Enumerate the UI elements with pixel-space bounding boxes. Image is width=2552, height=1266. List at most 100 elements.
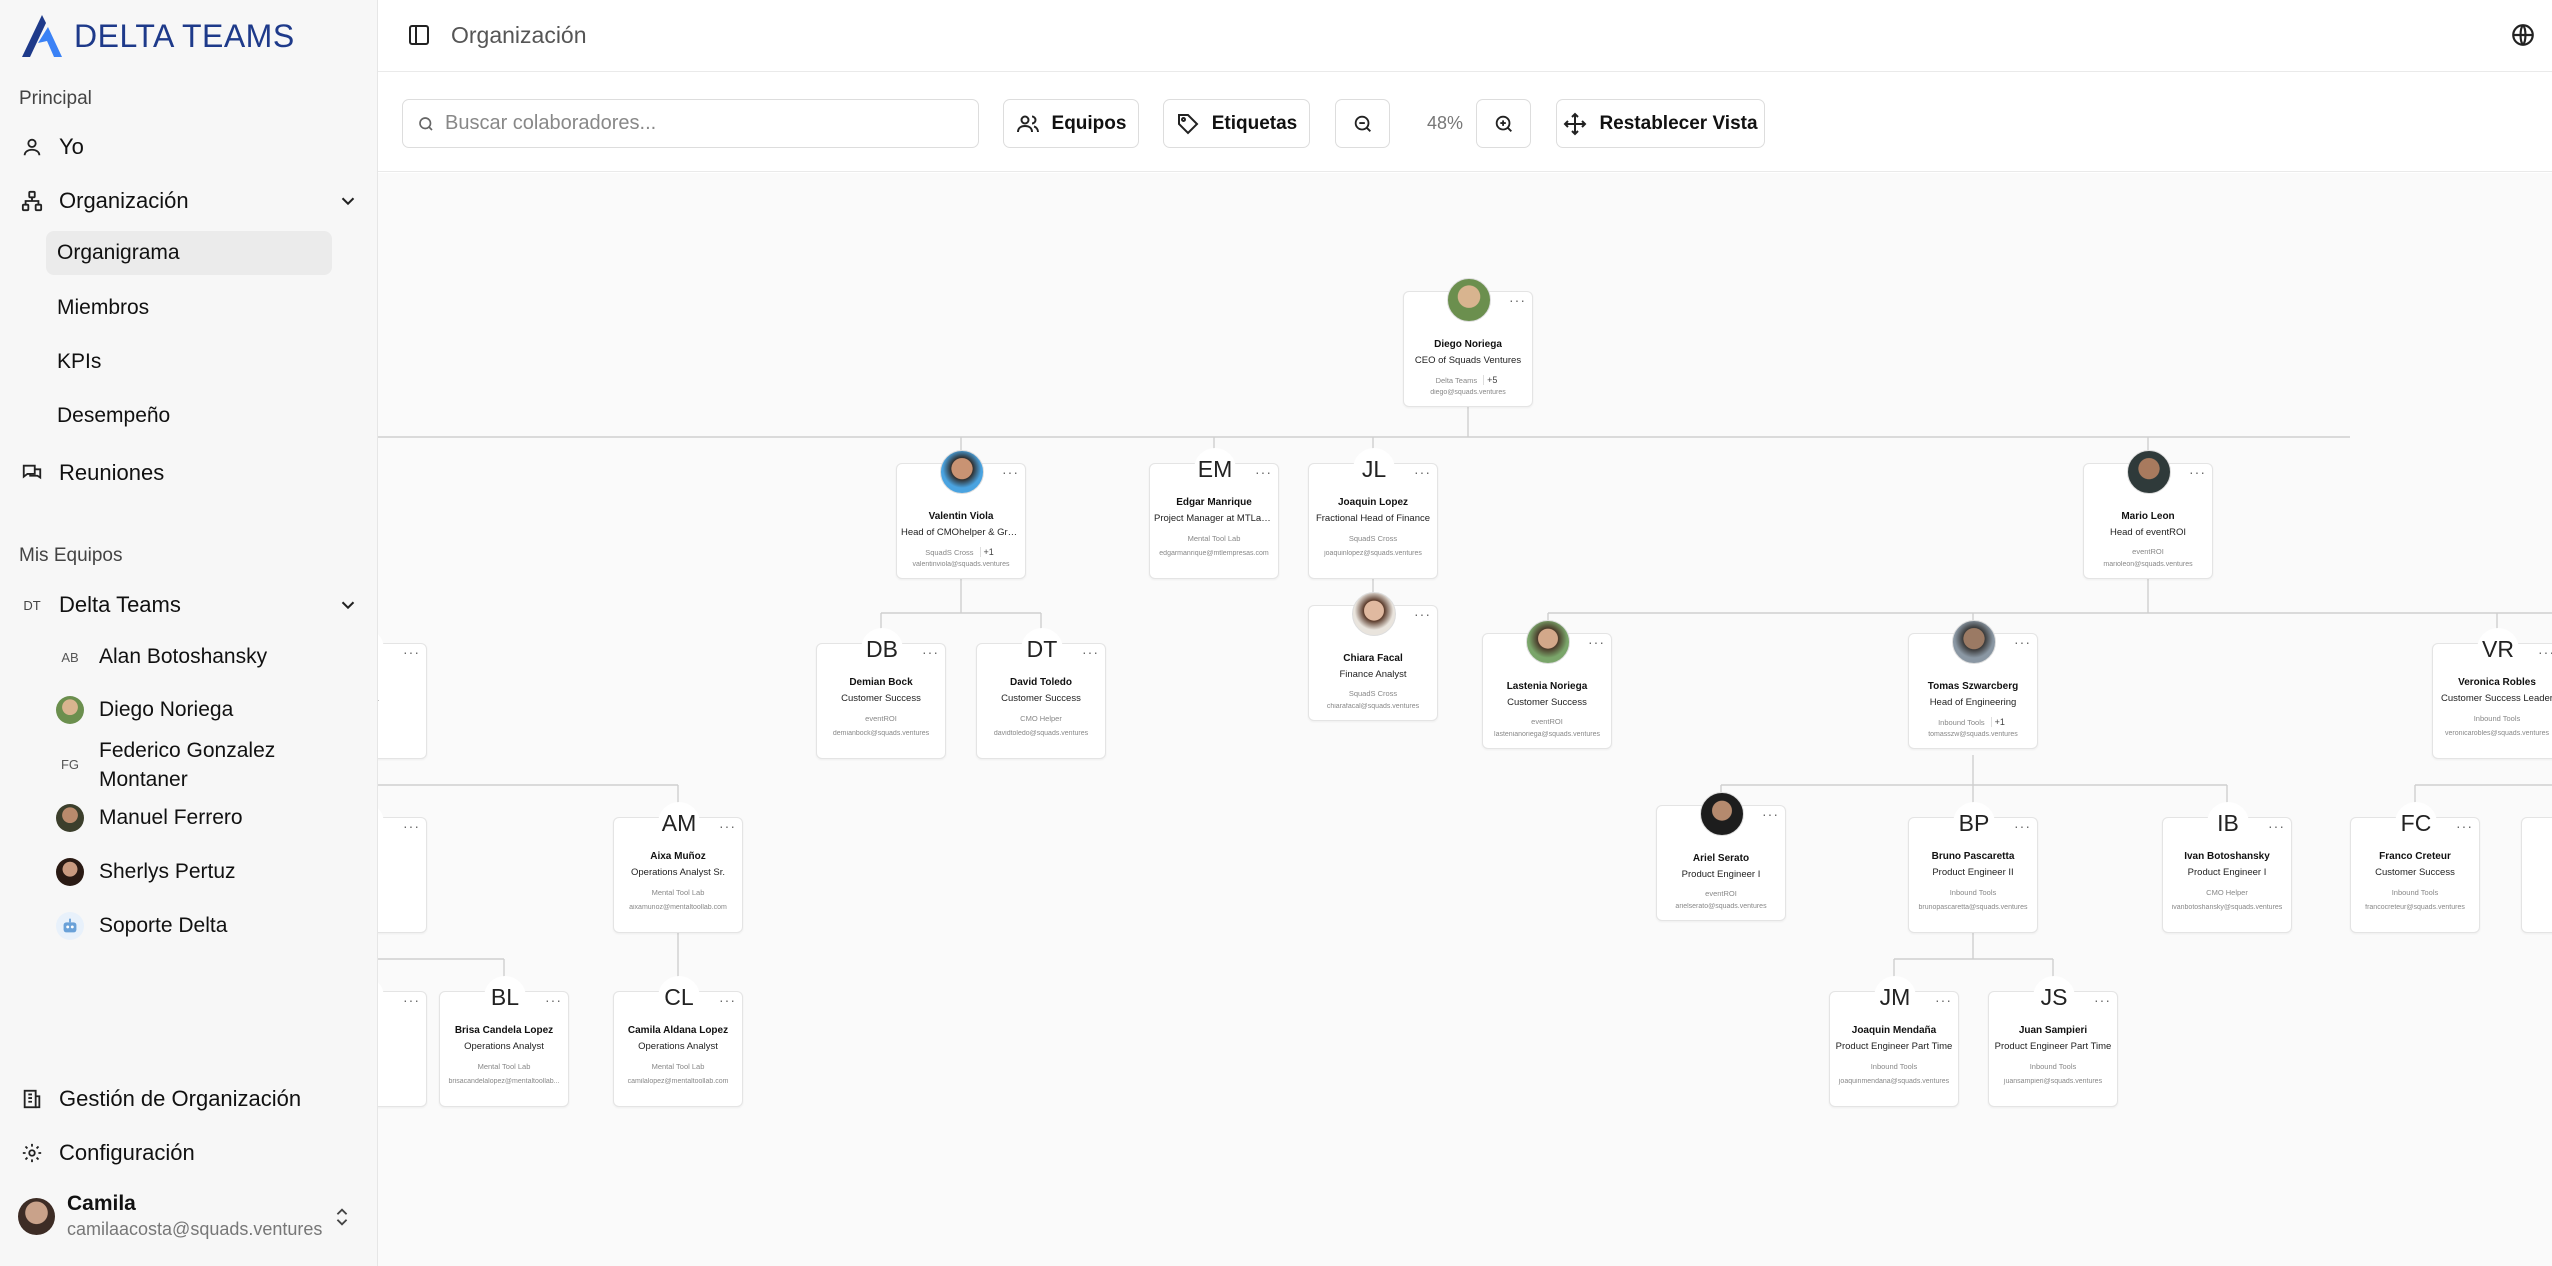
more-options-icon[interactable]: ··· (1002, 465, 1019, 479)
org-icon (19, 188, 45, 214)
more-options-icon[interactable]: ··· (1414, 607, 1431, 621)
card-name: Demian Bock (849, 677, 913, 688)
member-alan-botoshansky[interactable]: AB Alan Botoshansky (56, 643, 267, 671)
member-soporte-delta[interactable]: Soporte Delta (56, 912, 227, 940)
org-card[interactable]: ··· t b.com (378, 976, 427, 1107)
avatar (940, 450, 984, 494)
more-options-icon[interactable]: ··· (1935, 993, 1952, 1007)
org-card[interactable]: JL ··· Joaquin Lopez Fractional Head of Fin… (1308, 448, 1438, 579)
more-options-icon[interactable]: ··· (1509, 293, 1526, 307)
member-federico-gonzalez[interactable]: FG Federico Gonzalez Montaner (56, 736, 339, 794)
org-card[interactable]: ··· Chiara Facal Finance Analyst chiarafaca… (1308, 592, 1438, 721)
org-card[interactable]: ··· ...enta... (378, 628, 427, 759)
card-email: marioleon@squads.ventures (2103, 561, 2193, 568)
brand[interactable]: DELTA TEAMS (18, 6, 295, 66)
zoom-out-button[interactable] (1335, 99, 1390, 148)
member-manuel-ferrero[interactable]: Manuel Ferrero (56, 804, 243, 832)
sidebar-item-miembros[interactable]: Miembros (46, 286, 332, 330)
org-card[interactable]: JS ··· Juan Sampieri Product Engineer Part … (1988, 976, 2118, 1107)
more-options-icon[interactable]: ··· (403, 645, 420, 659)
card-team-name: SquadS Cross (1348, 534, 1398, 543)
more-options-icon[interactable]: ··· (1082, 645, 1099, 659)
sidebar-item-desempeno[interactable]: Desempeño (46, 394, 332, 438)
org-card[interactable]: DB ··· Demian Bock Customer Success demianbo… (816, 628, 946, 759)
nav-reuniones[interactable]: Reuniones (19, 460, 164, 486)
sidebar: DELTA TEAMS Principal Yo Organización Or… (0, 0, 378, 1266)
card-name: Lastenia Noriega (1506, 681, 1588, 692)
nav-gestion-label: Gestión de Organización (59, 1086, 302, 1111)
zoom-in-button[interactable] (1476, 99, 1531, 148)
more-options-icon[interactable]: ··· (545, 993, 562, 1007)
org-card[interactable]: CL ··· Camila Aldana Lopez Operations Analy… (613, 976, 743, 1107)
more-options-icon[interactable]: ··· (2189, 465, 2206, 479)
more-options-icon[interactable]: ··· (1414, 465, 1431, 479)
org-card[interactable]: FC ··· Franco Creteur Customer Success franc… (2350, 802, 2480, 933)
card-team: Inbound Tools (2437, 714, 2552, 723)
more-options-icon[interactable]: ··· (403, 819, 420, 833)
reset-view-button[interactable]: Restablecer Vista (1556, 99, 1765, 148)
user-menu[interactable]: Camila camilaacosta@squads.ventures (18, 1192, 322, 1240)
org-chart-canvas[interactable]: ··· Diego Noriega CEO of Squads Ventures di… (378, 173, 2552, 1266)
org-card[interactable]: JM ··· Joaquin Mendaña Product Engineer Par… (1829, 976, 1959, 1107)
org-card[interactable]: AM ··· Aixa Muñoz Operations Analyst Sr. aix… (613, 802, 743, 933)
more-options-icon[interactable]: ··· (1762, 807, 1779, 821)
more-options-icon[interactable]: ··· (719, 819, 736, 833)
user-icon (19, 134, 45, 160)
more-options-icon[interactable]: ··· (2014, 635, 2031, 649)
chevron-down-icon[interactable] (337, 594, 359, 616)
equipos-button[interactable]: Equipos (1003, 99, 1139, 148)
globe-icon[interactable] (2510, 22, 2536, 48)
card-name: Valentin Viola (928, 511, 994, 522)
etiquetas-button[interactable]: Etiquetas (1163, 99, 1310, 148)
more-options-icon[interactable]: ··· (922, 645, 939, 659)
nav-yo[interactable]: Yo (19, 134, 84, 160)
search-box[interactable] (402, 99, 979, 148)
team-delta-teams[interactable]: DT Delta Teams (19, 592, 359, 618)
more-options-icon[interactable]: ··· (403, 993, 420, 1007)
org-card[interactable]: VR ··· Veronica Robles Customer Success Lea… (2432, 628, 2552, 759)
org-card[interactable]: ··· Diego Noriega CEO of Squads Ventures di… (1403, 278, 1533, 407)
card-team: Delta Teams +5 (1408, 375, 1528, 385)
member-diego-noriega[interactable]: Diego Noriega (56, 696, 233, 724)
more-options-icon[interactable]: ··· (2456, 819, 2473, 833)
sidebar-toggle-icon[interactable] (407, 23, 431, 47)
reset-view-label: Restablecer Vista (1599, 112, 1758, 134)
org-card[interactable]: BP ··· Bruno Pascaretta Product Engineer II… (1908, 802, 2038, 933)
card-team-name: Inbound Tools (1949, 888, 1997, 897)
org-card[interactable]: ··· Ariel Serato Product Engineer I arielse… (1656, 792, 1786, 921)
card-name: Ivan Botoshansky (2184, 851, 2270, 862)
more-options-icon[interactable]: ··· (1255, 465, 1272, 479)
card-team-name: Inbound Tools (1938, 718, 1985, 727)
org-card[interactable]: ··· Valentin Viola Head of CMOhelper & Gro… (896, 450, 1026, 579)
org-card[interactable]: EM ··· Edgar Manrique Project Manager at MT… (1149, 448, 1279, 579)
nav-gestion-organizacion[interactable]: Gestión de Organización (19, 1086, 301, 1112)
chevrons-up-down-icon[interactable] (331, 1206, 353, 1228)
card-email: edgarmanrique@mtlempresas.com (1159, 550, 1269, 557)
org-card[interactable]: IB ··· Ivan Botoshansky Product Engineer I i… (2162, 802, 2292, 933)
member-sherlys-pertuz[interactable]: Sherlys Pertuz (56, 858, 236, 886)
nav-configuracion[interactable]: Configuración (19, 1140, 195, 1166)
card-team: Mental Tool Lab (618, 888, 738, 897)
more-options-icon[interactable]: ··· (2268, 819, 2285, 833)
search-input[interactable] (445, 112, 965, 135)
avatar: IB (2207, 802, 2249, 844)
more-options-icon[interactable]: ··· (2094, 993, 2111, 1007)
sidebar-item-organigrama[interactable]: Organigrama (46, 231, 332, 275)
card-role: Product Engineer I (2187, 867, 2267, 878)
avatar: EM (1194, 448, 1236, 490)
org-card[interactable]: ··· Lastenia Noriega Customer Success laste… (1482, 620, 1612, 749)
more-options-icon[interactable]: ··· (2538, 645, 2552, 659)
org-card[interactable]: ··· Tomas Szwarcberg Head of Engineering to… (1908, 620, 2038, 749)
org-card[interactable]: BL ··· Brisa Candela Lopez Operations Analy… (439, 976, 569, 1107)
org-card[interactable]: ··· Mario Leon Head of eventROI marioleon@s… (2083, 450, 2213, 579)
nav-organizacion[interactable]: Organización (19, 188, 359, 214)
org-card[interactable]: ···MaCumateo... (2521, 817, 2552, 933)
chevron-down-icon[interactable] (337, 190, 359, 212)
more-options-icon[interactable]: ··· (1588, 635, 1605, 649)
more-options-icon[interactable]: ··· (719, 993, 736, 1007)
org-card[interactable]: ··· Sr. .com (378, 802, 427, 933)
sidebar-item-kpis[interactable]: KPIs (46, 340, 332, 384)
more-options-icon[interactable]: ··· (2014, 819, 2031, 833)
card-email: brunopascaretta@squads.ventures (1918, 904, 2028, 911)
org-card[interactable]: DT ··· David Toledo Customer Success davidto… (976, 628, 1106, 759)
